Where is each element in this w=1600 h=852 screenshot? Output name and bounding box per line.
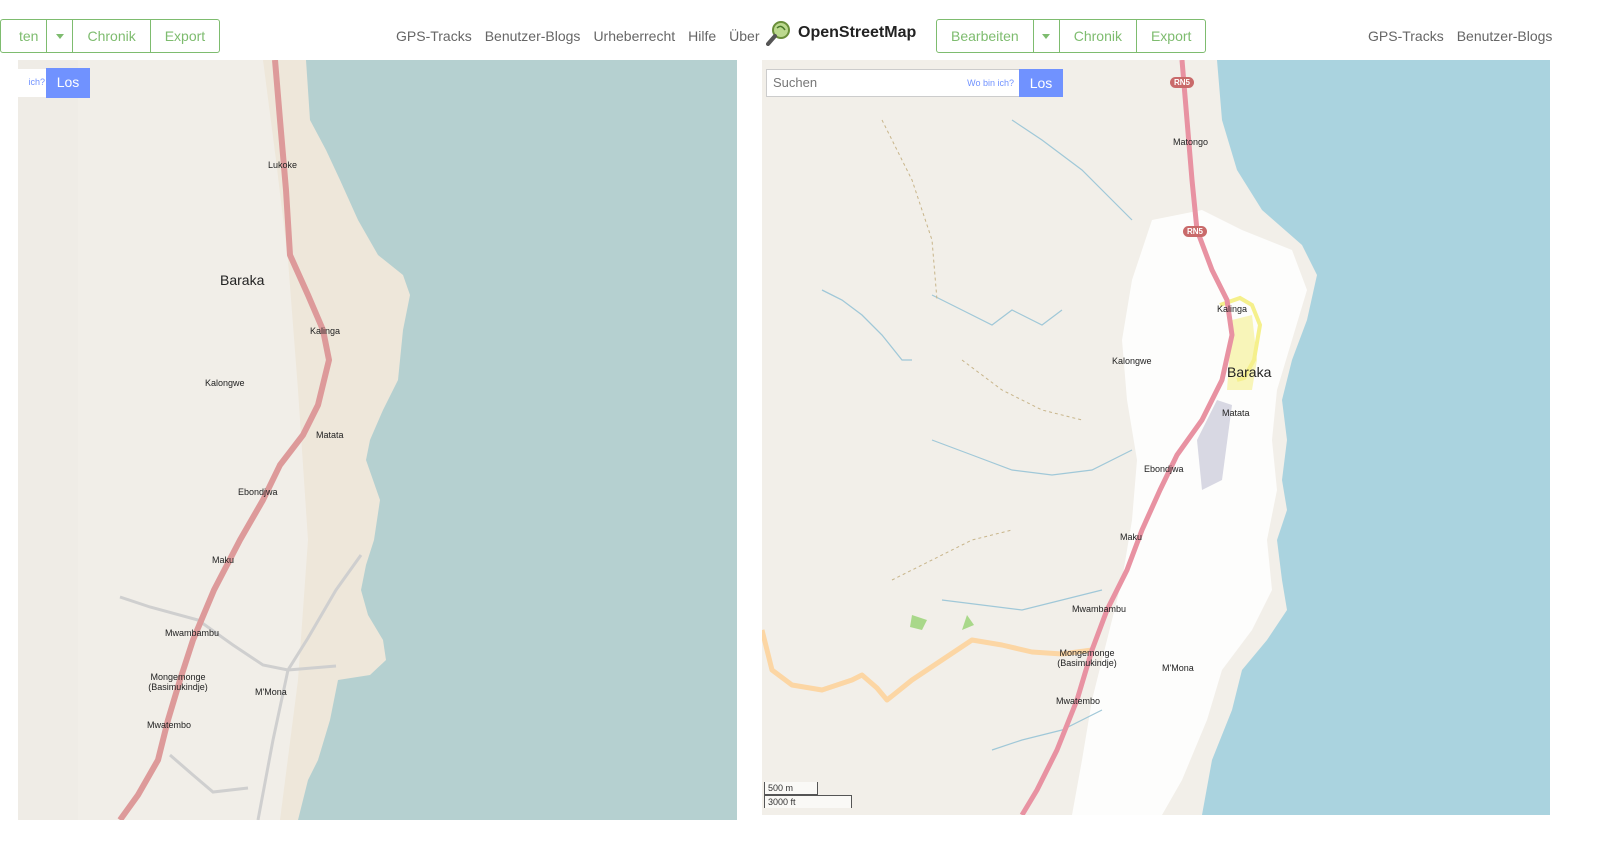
left-edit-button[interactable]: ten <box>1 20 48 52</box>
left-export-button[interactable]: Export <box>151 20 219 52</box>
place-label: Matongo <box>1173 137 1209 147</box>
nav-help-link[interactable]: Hilfe <box>688 28 716 44</box>
left-navbar: ten Chronik Export GPS-Tracks Benutzer-B… <box>0 0 760 60</box>
place-label: Mwambambu <box>165 628 220 638</box>
export-button[interactable]: Export <box>1137 20 1205 52</box>
nav-gps-tracks-link[interactable]: GPS-Tracks <box>1368 28 1444 44</box>
scale-imperial: 3000 ft <box>764 795 852 808</box>
nav-user-blogs-link[interactable]: Benutzer-Blogs <box>1457 28 1553 44</box>
place-label: M'Mona <box>255 687 287 697</box>
road-shield: RN5 <box>1170 77 1195 88</box>
osm-magnifier-icon <box>766 21 790 46</box>
left-edit-dropdown-button[interactable] <box>47 20 74 52</box>
place-label: Maku <box>1120 532 1143 542</box>
place-label-line: Mongemonge <box>150 672 206 682</box>
left-nav-links: GPS-Tracks Benutzer-Blogs Urheberrecht H… <box>396 28 760 44</box>
chevron-down-icon <box>1042 33 1051 39</box>
osm-logo[interactable]: OpenStreetMap <box>766 20 916 46</box>
place-label: Mwatembo <box>147 720 192 730</box>
right-map[interactable]: Suchen Wo bin ich? Los RN5 RN5 Matongo K… <box>762 60 1550 815</box>
place-label-line: Mongemonge <box>1059 648 1115 658</box>
left-where-am-i-link[interactable]: ich? <box>18 69 47 97</box>
nav-gps-tracks-link[interactable]: GPS-Tracks <box>396 28 472 44</box>
nav-copyright-link[interactable]: Urheberrecht <box>593 28 675 44</box>
place-label: Ebondjwa <box>1144 464 1184 474</box>
right-edit-button-group: Bearbeiten Chronik Export <box>936 19 1207 53</box>
place-label: M'Mona <box>1162 663 1194 673</box>
inland-shade <box>18 60 78 820</box>
left-edit-button-group: ten Chronik Export <box>0 19 221 53</box>
nav-about-link[interactable]: Über <box>729 28 759 44</box>
left-search-go-button[interactable]: Los <box>46 68 90 98</box>
place-label: Ebondjwa <box>238 487 278 497</box>
edit-dropdown-button[interactable] <box>1034 20 1060 52</box>
place-label: Kalinga <box>310 326 341 336</box>
place-label: Matata <box>316 430 344 440</box>
place-label: Kalongwe <box>205 378 245 388</box>
place-label-major: Baraka <box>220 272 265 288</box>
place-label: Mwatembo <box>1056 696 1101 706</box>
left-map[interactable]: ich? Los Lukoke Baraka Kalinga Kalongwe … <box>18 60 737 820</box>
place-label: Mongemonge (Basimukindje) <box>148 672 208 692</box>
place-label: Mwambambu <box>1072 604 1127 614</box>
place-label: Maku <box>212 555 235 565</box>
edit-button[interactable]: Bearbeiten <box>937 20 1034 52</box>
search-go-button[interactable]: Los <box>1019 69 1063 97</box>
road-shield: RN5 <box>1183 226 1208 237</box>
right-search-bar: Suchen Wo bin ich? Los <box>766 69 1063 97</box>
right-nav-links: GPS-Tracks Benutzer-Blogs <box>1368 28 1552 44</box>
nav-user-blogs-link[interactable]: Benutzer-Blogs <box>485 28 581 44</box>
left-history-button[interactable]: Chronik <box>73 20 151 52</box>
right-map-canvas <box>762 60 1550 815</box>
brand-name: OpenStreetMap <box>798 24 917 41</box>
scale-metric: 500 m <box>764 782 818 795</box>
where-am-i-link[interactable]: Wo bin ich? <box>961 70 1020 96</box>
place-label: Kalongwe <box>1112 356 1152 366</box>
place-label: Kalinga <box>1217 304 1248 314</box>
chevron-down-icon <box>55 33 64 39</box>
left-map-window: ten Chronik Export GPS-Tracks Benutzer-B… <box>0 0 760 852</box>
place-label: Lukoke <box>268 160 298 170</box>
place-label-line: (Basimukindje) <box>148 682 208 692</box>
place-label-line: (Basimukindje) <box>1057 658 1117 668</box>
right-map-window: OpenStreetMap Bearbeiten Chronik Export … <box>760 0 1600 852</box>
place-label-major: Baraka <box>1227 364 1272 380</box>
place-label: Matata <box>1222 408 1250 418</box>
place-label: Mongemonge (Basimukindje) <box>1054 648 1120 668</box>
left-search-bar: ich? Los <box>18 68 90 98</box>
history-button[interactable]: Chronik <box>1060 20 1137 52</box>
left-map-canvas <box>18 60 737 820</box>
search-input[interactable]: Suchen <box>767 70 961 96</box>
scale-bar: 500 m 3000 ft <box>764 782 852 808</box>
right-navbar: OpenStreetMap Bearbeiten Chronik Export … <box>760 0 1600 60</box>
